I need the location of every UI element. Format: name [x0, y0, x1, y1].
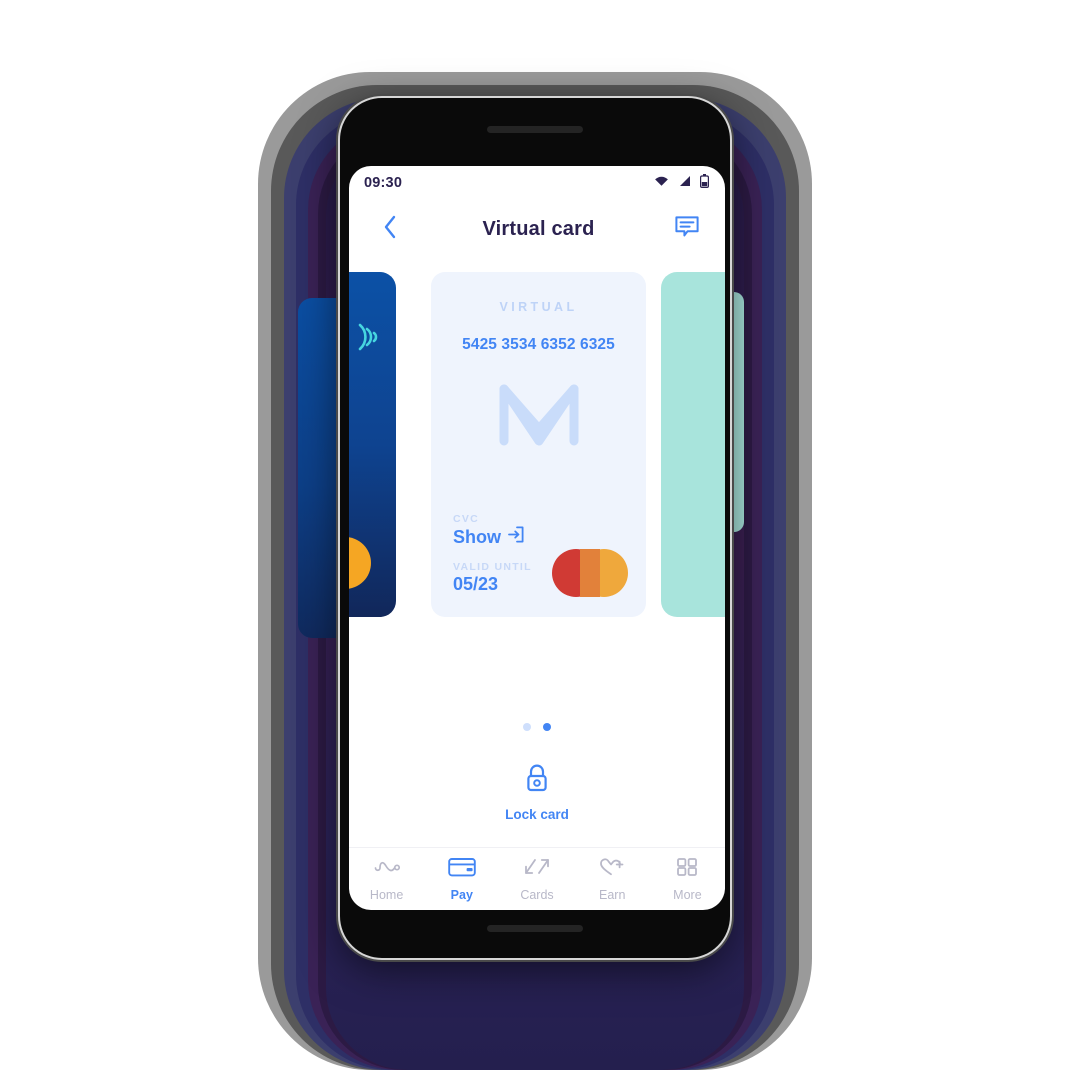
- nav-item-home[interactable]: Home: [349, 857, 424, 902]
- nav-label-pay: Pay: [450, 887, 473, 902]
- cvc-label: CVC: [453, 513, 480, 525]
- cvc-show-button[interactable]: Show: [453, 526, 624, 548]
- card-kind-label: VIRTUAL: [499, 300, 578, 314]
- phone-screen: 09:30 Virtual card VIRTUAL 5425 3534 635…: [349, 166, 725, 910]
- bottom-speaker: [487, 925, 583, 932]
- page-title: Virtual card: [482, 217, 595, 240]
- chat-bubble-icon: [674, 215, 700, 244]
- status-bar: 09:30: [349, 166, 725, 200]
- heart-plus-icon: [598, 857, 626, 882]
- nav-label-cards: Cards: [520, 887, 554, 902]
- app-header: Virtual card: [349, 200, 725, 258]
- carousel-pagination[interactable]: [349, 723, 725, 731]
- card-carousel[interactable]: VIRTUAL 5425 3534 6352 6325 CVC Show VAL…: [349, 272, 725, 677]
- reveal-icon: [507, 526, 524, 548]
- card-next-preview[interactable]: [661, 272, 725, 617]
- chevron-left-icon: [383, 215, 397, 244]
- wifi-icon: [654, 174, 669, 192]
- bottom-navigation: Home Pay Cards Earn More: [349, 847, 725, 910]
- earpiece-speaker: [487, 126, 583, 133]
- mastercard-overlap: [580, 549, 600, 597]
- credit-card-icon: [448, 857, 476, 882]
- activity-wave-icon: [373, 857, 401, 882]
- battery-icon: [700, 173, 710, 193]
- card-details: CVC Show VALID UNTIL 05/23: [453, 513, 628, 597]
- cvc-row[interactable]: CVC Show: [453, 513, 624, 548]
- nav-item-pay[interactable]: Pay: [424, 857, 499, 902]
- monese-m-logo: [453, 372, 624, 450]
- grid-squares-icon: [675, 857, 699, 882]
- cellular-signal-icon: [678, 174, 691, 192]
- card-number: 5425 3534 6352 6325: [462, 336, 615, 353]
- status-icons: [654, 173, 710, 193]
- nav-label-more: More: [673, 887, 702, 902]
- nav-label-earn: Earn: [599, 887, 626, 902]
- nav-item-more[interactable]: More: [650, 857, 725, 902]
- mastercard-logo-preview: [349, 537, 371, 589]
- phone-frame: 09:30 Virtual card VIRTUAL 5425 3534 635…: [338, 96, 732, 960]
- card-virtual[interactable]: VIRTUAL 5425 3534 6352 6325 CVC Show VAL…: [431, 272, 646, 617]
- nav-item-cards[interactable]: Cards: [499, 857, 574, 902]
- lock-card-label: Lock card: [505, 807, 569, 822]
- card-physical-preview[interactable]: [349, 272, 396, 617]
- padlock-icon: [524, 763, 550, 798]
- back-button[interactable]: [373, 212, 407, 246]
- cvc-show-text: Show: [453, 526, 501, 547]
- pagination-dot-2[interactable]: [543, 723, 551, 731]
- chat-support-button[interactable]: [670, 212, 704, 246]
- nav-label-home: Home: [369, 887, 404, 902]
- contactless-icon: [356, 320, 382, 354]
- transfer-arrows-icon: [523, 857, 551, 882]
- lock-card-button[interactable]: Lock card: [349, 763, 725, 822]
- pagination-dot-1[interactable]: [523, 723, 531, 731]
- nav-item-earn[interactable]: Earn: [575, 857, 650, 902]
- status-time: 09:30: [364, 175, 403, 191]
- mastercard-logo: [552, 549, 628, 597]
